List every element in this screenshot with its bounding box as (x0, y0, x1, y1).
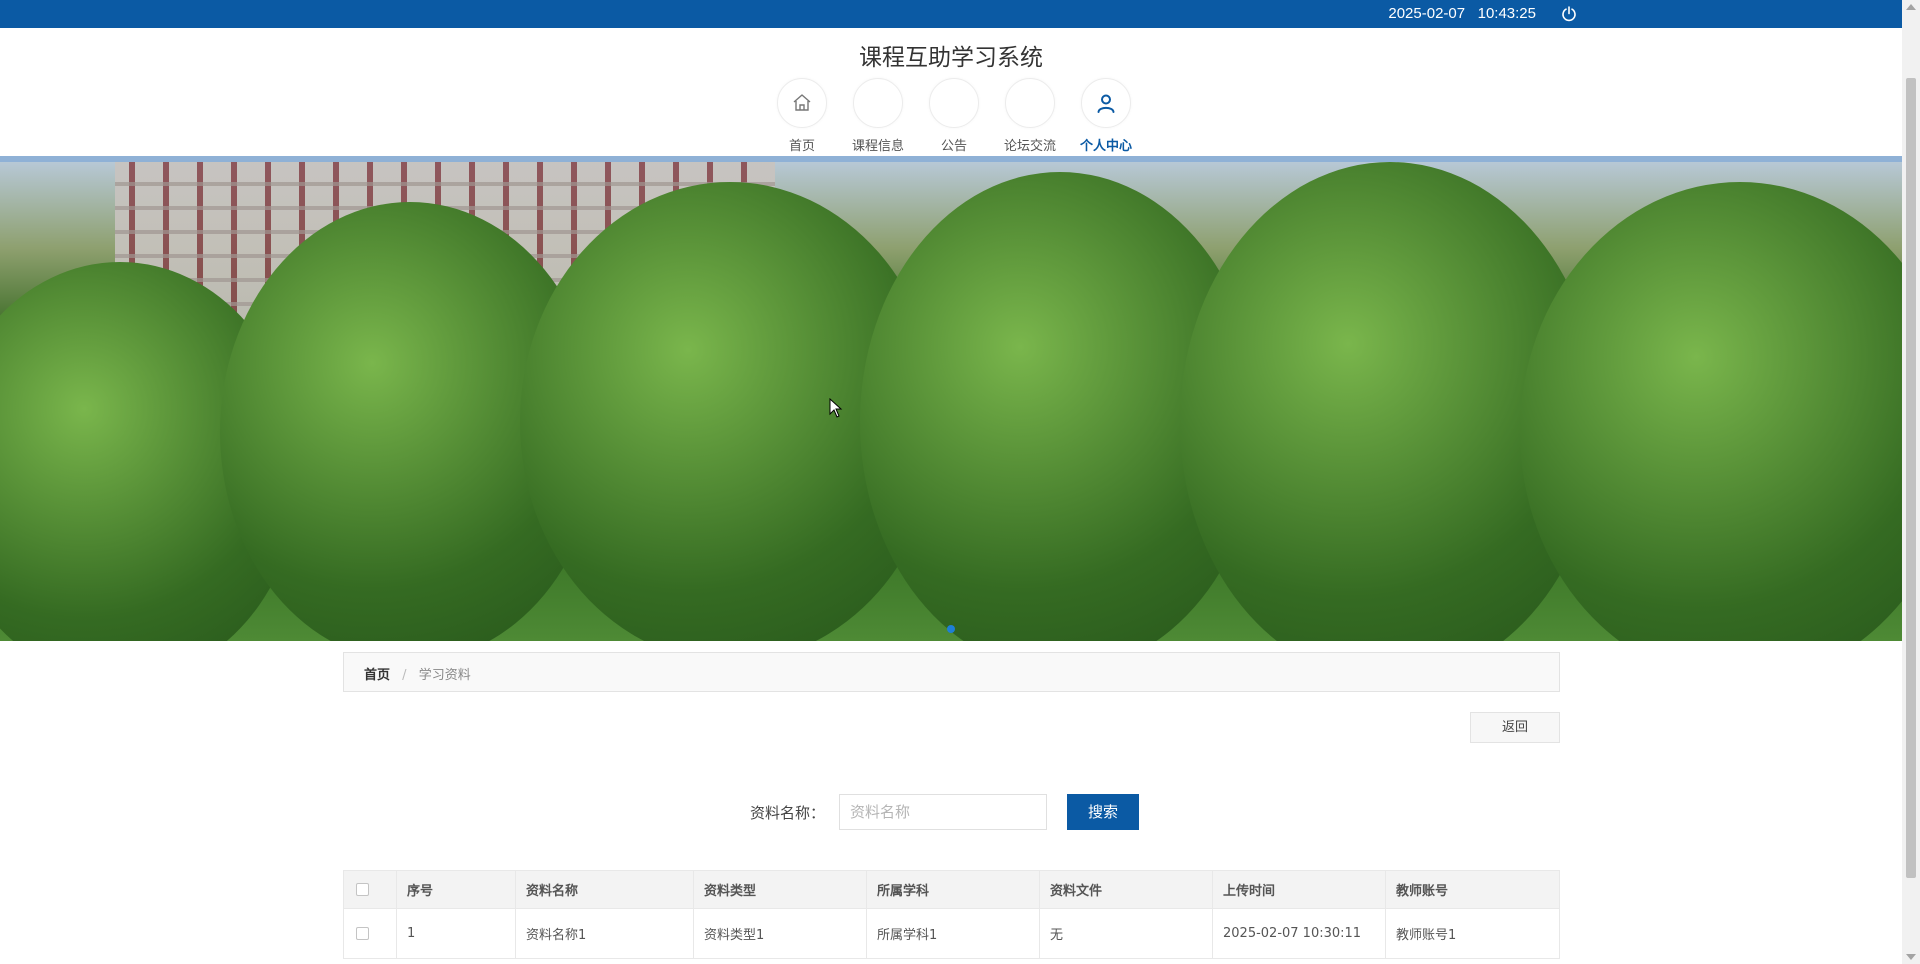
nav-circle (777, 78, 827, 128)
table-cell: 教师账号1 (1385, 908, 1560, 959)
table-cell: 2025-02-07 10:30:11 (1212, 908, 1386, 959)
datetime-display: 2025-02-07 10:43:25 (1388, 5, 1536, 22)
search-input[interactable] (839, 794, 1048, 830)
materials-table: 序号 资料名称 资料类型 所属学科 资料文件 上传时间 教师账号 1 资料名称1… (343, 870, 1560, 959)
nav-circle (853, 78, 903, 128)
column-header: 上传时间 (1212, 870, 1386, 909)
home-icon (793, 94, 811, 111)
select-all-checkbox[interactable] (356, 883, 369, 896)
column-header: 教师账号 (1385, 870, 1560, 909)
row-checkbox[interactable] (356, 927, 369, 940)
breadcrumb-home[interactable]: 首页 (364, 668, 390, 683)
column-header: 资料文件 (1039, 870, 1213, 909)
nav-item-home[interactable]: 首页 (764, 78, 840, 154)
search-button[interactable]: 搜索 (1067, 794, 1140, 830)
main-nav: 首页 课程信息 公告 论坛交流 个人中心 (764, 78, 1144, 154)
breadcrumb-separator: / (402, 668, 407, 683)
scroll-up-icon[interactable] (1906, 4, 1916, 10)
table-cell: 所属学科1 (866, 908, 1040, 959)
banner-tree (1520, 182, 1902, 641)
breadcrumb: 首页 / 学习资料 (343, 652, 1560, 692)
carousel-dot[interactable] (947, 625, 955, 633)
nav-circle (1005, 78, 1055, 128)
column-header: 资料名称 (515, 870, 694, 909)
table-cell: 资料类型1 (693, 908, 867, 959)
search-bar: 资料名称： 搜索 (750, 793, 1140, 831)
table-row[interactable]: 1 资料名称1 资料类型1 所属学科1 无 2025-02-07 10:30:1… (343, 908, 1560, 959)
banner-carousel[interactable] (0, 162, 1902, 641)
user-icon (1097, 94, 1115, 113)
search-label: 资料名称： (750, 803, 826, 822)
column-header: 资料类型 (693, 870, 867, 909)
scroll-down-icon[interactable] (1906, 954, 1916, 960)
nav-circle (1081, 78, 1131, 128)
table-cell: 1 (396, 908, 516, 959)
top-bar: 2025-02-07 10:43:25 (0, 0, 1902, 28)
back-button[interactable]: 返回 (1470, 712, 1560, 743)
nav-item-course-info[interactable]: 课程信息 (840, 78, 916, 154)
nav-label: 个人中心 (1079, 139, 1132, 154)
column-header: 所属学科 (866, 870, 1040, 909)
nav-label: 论坛交流 (1003, 139, 1056, 154)
column-header: 序号 (396, 870, 516, 909)
site-title: 课程互助学习系统 (859, 44, 1043, 70)
table-header-row: 序号 资料名称 资料类型 所属学科 资料文件 上传时间 教师账号 (343, 870, 1560, 909)
nav-label: 公告 (940, 139, 967, 154)
table-cell-file: 无 (1039, 908, 1213, 959)
nav-item-forum[interactable]: 论坛交流 (992, 78, 1068, 154)
power-icon[interactable] (1560, 5, 1578, 23)
nav-label: 课程信息 (851, 139, 904, 154)
nav-item-personal-center[interactable]: 个人中心 (1068, 78, 1144, 154)
breadcrumb-current: 学习资料 (418, 668, 471, 683)
page-scrollbar[interactable] (1902, 0, 1920, 964)
table-cell: 资料名称1 (515, 908, 694, 959)
nav-circle (929, 78, 979, 128)
nav-label: 首页 (788, 139, 815, 154)
mouse-cursor-icon (829, 398, 843, 418)
scrollbar-thumb[interactable] (1906, 78, 1916, 878)
nav-item-announcement[interactable]: 公告 (916, 78, 992, 154)
